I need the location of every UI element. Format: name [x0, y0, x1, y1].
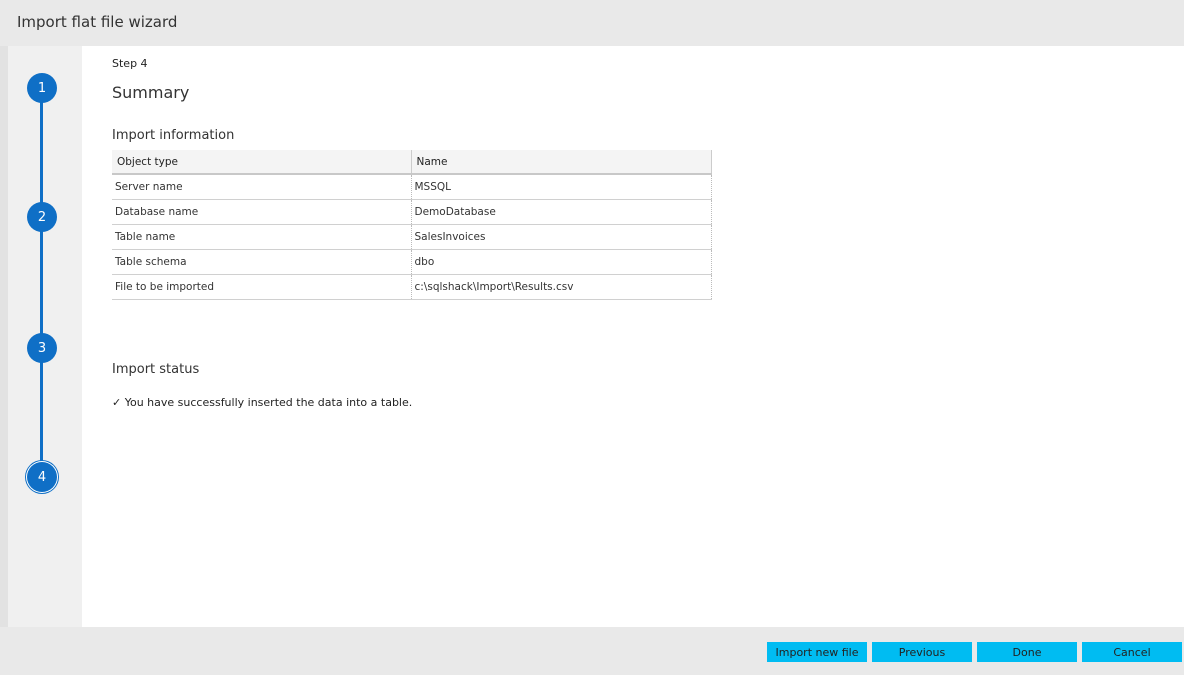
left-edge — [0, 46, 8, 627]
step-2[interactable]: 2 — [27, 202, 57, 232]
cell: SalesInvoices — [411, 224, 712, 250]
cell: Table name — [112, 224, 412, 250]
cell: Database name — [112, 199, 412, 225]
cancel-button[interactable]: Cancel — [1082, 642, 1182, 662]
window-title: Import flat file wizard — [17, 13, 178, 31]
import-status-heading: Import status — [112, 362, 200, 377]
cell: c:\sqlshack\Import\Results.csv — [411, 274, 712, 300]
footer-bar: Import new file Previous Done Cancel — [0, 627, 1184, 675]
checkmark-icon: ✓ — [112, 396, 122, 409]
step-progress-line — [40, 88, 43, 477]
table-row: Database name DemoDatabase — [112, 199, 712, 225]
previous-button[interactable]: Previous — [872, 642, 972, 662]
step-4-current[interactable]: 4 — [27, 462, 57, 492]
column-header: Name — [411, 150, 712, 175]
done-button[interactable]: Done — [977, 642, 1077, 662]
status-message-row: ✓ You have successfully inserted the dat… — [112, 396, 412, 409]
title-bar: Import flat file wizard — [0, 0, 1184, 46]
page-title: Summary — [112, 83, 190, 102]
table-row: File to be imported c:\sqlshack\Import\Re… — [112, 274, 712, 300]
table-row: Server name MSSQL — [112, 174, 712, 200]
column-header: Object type — [112, 150, 412, 175]
cell: File to be imported — [112, 274, 412, 300]
import-info-heading: Import information — [112, 128, 235, 143]
step-1[interactable]: 1 — [27, 73, 57, 103]
step-3[interactable]: 3 — [27, 333, 57, 363]
cell: dbo — [411, 249, 712, 275]
cell: MSSQL — [411, 174, 712, 200]
table-row: Table schema dbo — [112, 249, 712, 275]
table-header-row: Object type Name — [112, 150, 712, 175]
status-message: You have successfully inserted the data … — [124, 396, 413, 409]
step-label: Step 4 — [112, 57, 148, 70]
cell: DemoDatabase — [411, 199, 712, 225]
cell: Table schema — [112, 249, 412, 275]
import-new-file-button[interactable]: Import new file — [767, 642, 867, 662]
table-row: Table name SalesInvoices — [112, 224, 712, 250]
import-info-table: Object type Name Server name MSSQL Databa… — [112, 150, 712, 300]
main-panel — [82, 46, 1184, 627]
cell: Server name — [112, 174, 412, 200]
